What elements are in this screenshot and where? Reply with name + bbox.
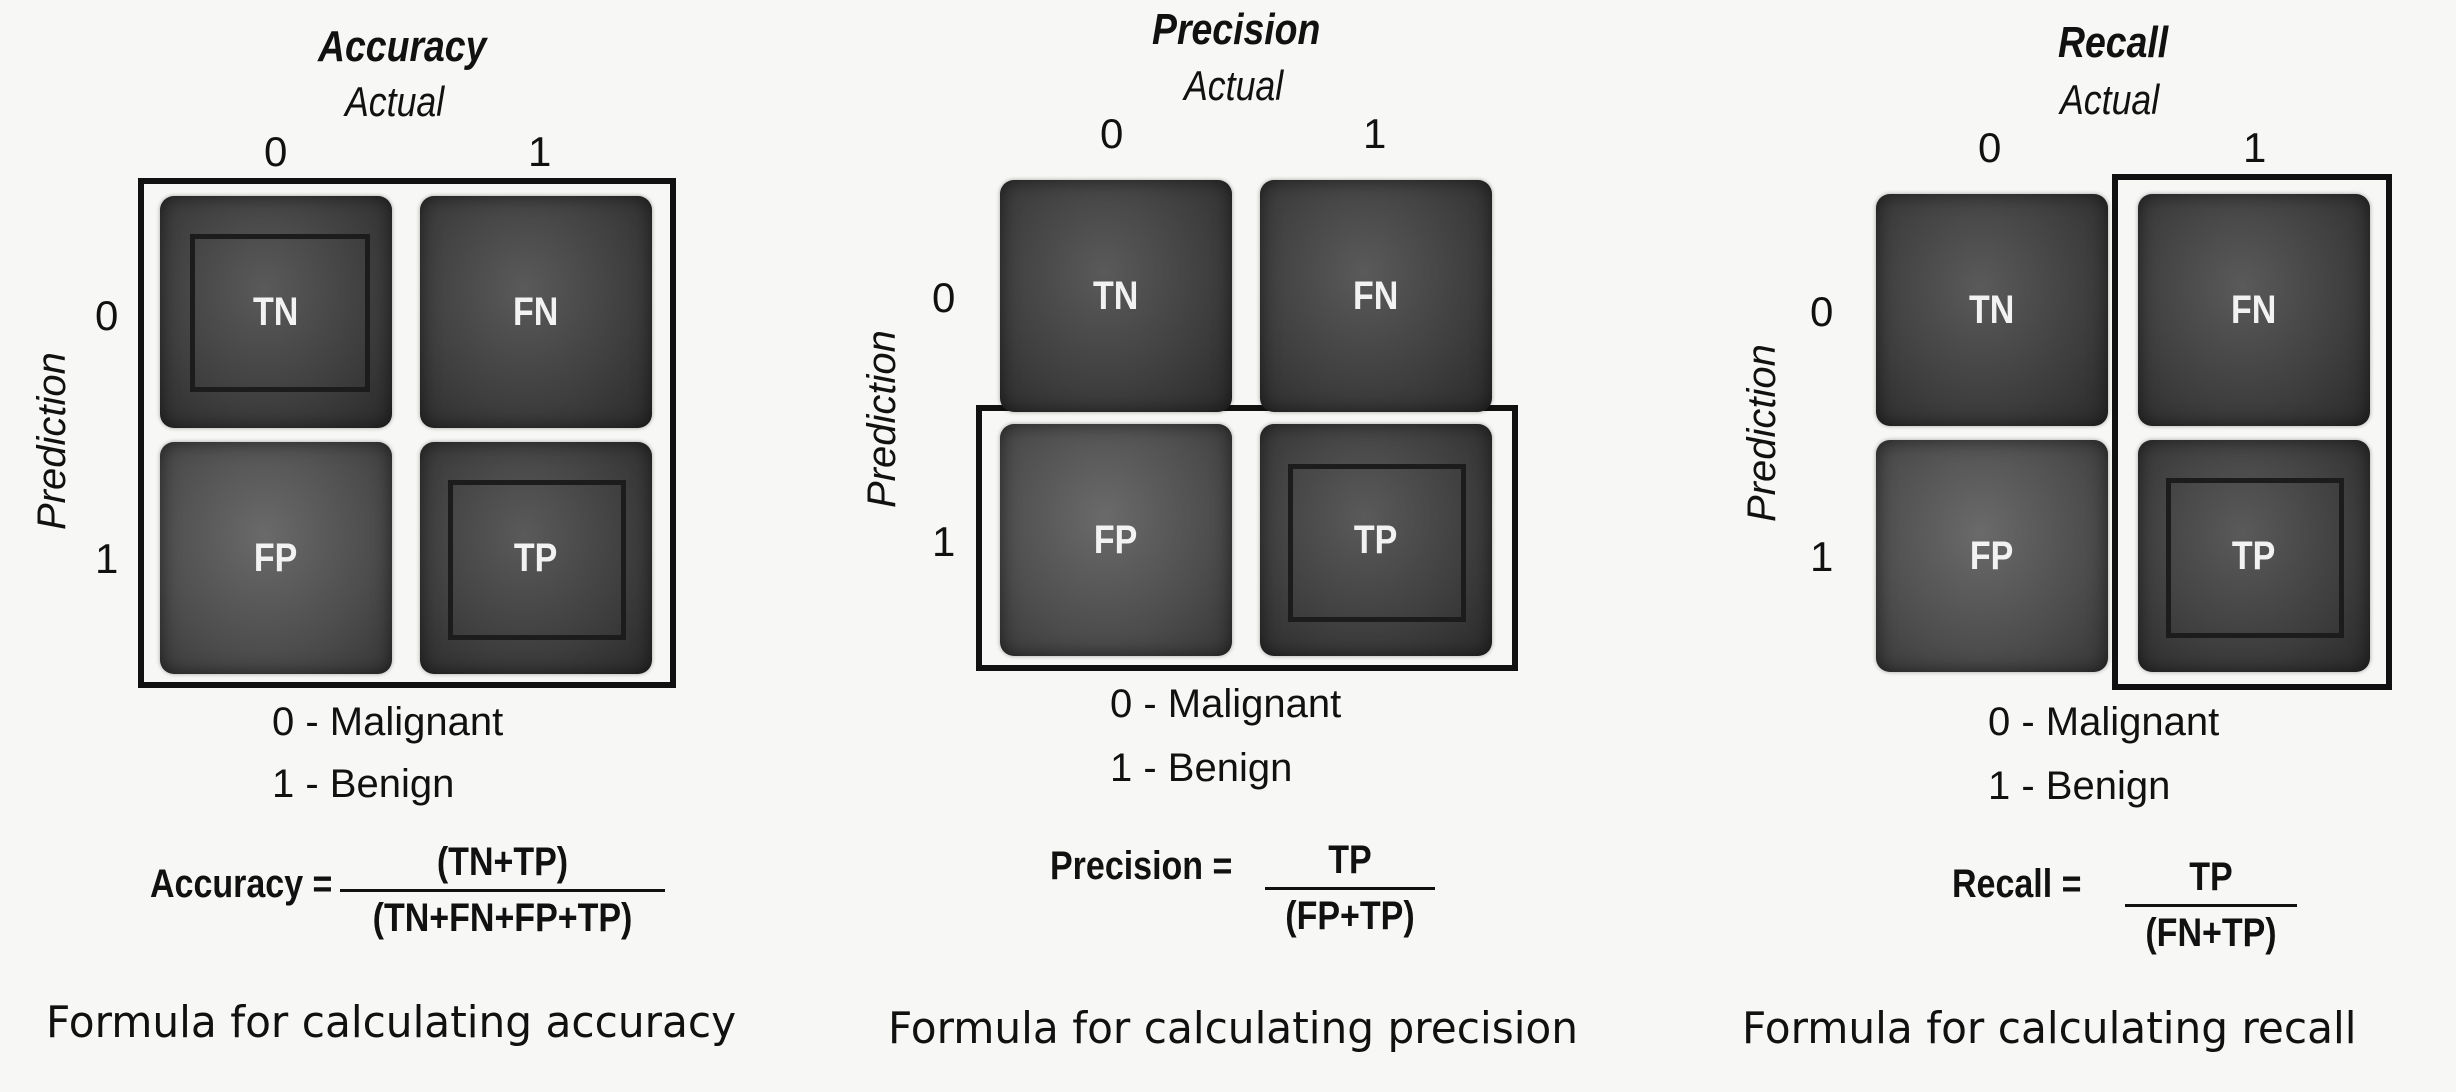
cell-tn: TN [1876, 194, 2108, 426]
actual-tick-0: 0 [1100, 110, 1124, 157]
formula-denominator: (FP+TP) [1285, 894, 1415, 938]
cell-label: TP [2232, 533, 2276, 578]
cell-label: TP [1354, 517, 1398, 562]
cell-fp: FP [1876, 440, 2108, 672]
recall-panel: Recall Actual 0 1 Prediction 0 1 TN FN F… [1640, 0, 2456, 1092]
cell-fn: FN [2138, 194, 2370, 426]
cell-label: FN [2231, 287, 2277, 332]
legend-benign: 1 - Benign [272, 762, 455, 806]
cell-label: FN [513, 289, 559, 334]
fraction-bar [340, 889, 665, 892]
legend-benign: 1 - Benign [1110, 746, 1293, 790]
cell-label: TP [514, 535, 558, 580]
accuracy-panel: Accuracy Actual 0 1 Prediction 0 1 TN FN… [0, 0, 820, 1092]
caption: Formula for calculating recall [1742, 1003, 2357, 1054]
actual-axis-label: Actual [1184, 62, 1284, 109]
legend-malignant: 0 - Malignant [1988, 700, 2220, 744]
formula-fraction: (TN+TP) (TN+FN+FP+TP) [340, 840, 665, 941]
formula-lhs: Accuracy = [150, 862, 333, 906]
caption: Formula for calculating precision [888, 1003, 1579, 1054]
actual-tick-1: 1 [1363, 110, 1387, 157]
formula-lhs: Recall = [1952, 862, 2082, 906]
fraction-bar [2125, 904, 2297, 907]
cell-tp: TP [420, 442, 652, 674]
legend-malignant: 0 - Malignant [1110, 682, 1342, 726]
formula-denominator: (TN+FN+FP+TP) [372, 896, 633, 940]
formula-denominator: (FN+TP) [2145, 911, 2277, 955]
cell-tp: TP [2138, 440, 2370, 672]
formula-lhs: Precision = [1050, 844, 1233, 888]
prediction-axis-label: Prediction [860, 330, 904, 508]
prediction-tick-1: 1 [932, 518, 956, 565]
cell-fn: FN [420, 196, 652, 428]
actual-axis-label: Actual [2060, 76, 2160, 123]
actual-tick-0: 0 [1978, 124, 2002, 171]
legend-malignant: 0 - Malignant [272, 700, 504, 744]
cell-label: TN [1093, 273, 1139, 318]
actual-tick-1: 1 [528, 128, 552, 175]
prediction-tick-1: 1 [95, 535, 119, 582]
panel-title: Accuracy [318, 22, 487, 71]
actual-axis-label: Actual [345, 78, 445, 125]
prediction-axis-label: Prediction [30, 352, 74, 530]
formula-numerator: (TN+TP) [436, 840, 569, 884]
formula-fraction: TP (FN+TP) [2125, 855, 2297, 956]
panel-title: Precision [1152, 5, 1321, 54]
cell-label: FP [254, 535, 298, 580]
cell-fp: FP [1000, 424, 1232, 656]
formula-numerator: TP [2189, 855, 2233, 899]
cell-label: FN [1353, 273, 1399, 318]
cell-tn: TN [160, 196, 392, 428]
prediction-tick-0: 0 [1810, 288, 1834, 335]
cell-fn: FN [1260, 180, 1492, 412]
cell-label: TN [1969, 287, 2015, 332]
cell-tn: TN [1000, 180, 1232, 412]
caption: Formula for calculating accuracy [46, 997, 737, 1048]
fraction-bar [1265, 887, 1435, 890]
cell-label: FP [1970, 533, 2014, 578]
panel-title: Recall [2058, 18, 2169, 67]
cell-tp: TP [1260, 424, 1492, 656]
actual-tick-0: 0 [264, 128, 288, 175]
prediction-tick-1: 1 [1810, 533, 1834, 580]
cell-label: TN [253, 289, 299, 334]
prediction-axis-label: Prediction [1740, 344, 1784, 522]
cell-fp: FP [160, 442, 392, 674]
prediction-tick-0: 0 [932, 274, 956, 321]
formula-numerator: TP [1328, 838, 1372, 882]
actual-tick-1: 1 [2243, 124, 2267, 171]
prediction-tick-0: 0 [95, 292, 119, 339]
cell-label: FP [1094, 517, 1138, 562]
legend-benign: 1 - Benign [1988, 764, 2171, 808]
precision-panel: Precision Actual 0 1 Prediction 0 1 TN F… [820, 0, 1640, 1092]
formula-fraction: TP (FP+TP) [1265, 838, 1435, 939]
